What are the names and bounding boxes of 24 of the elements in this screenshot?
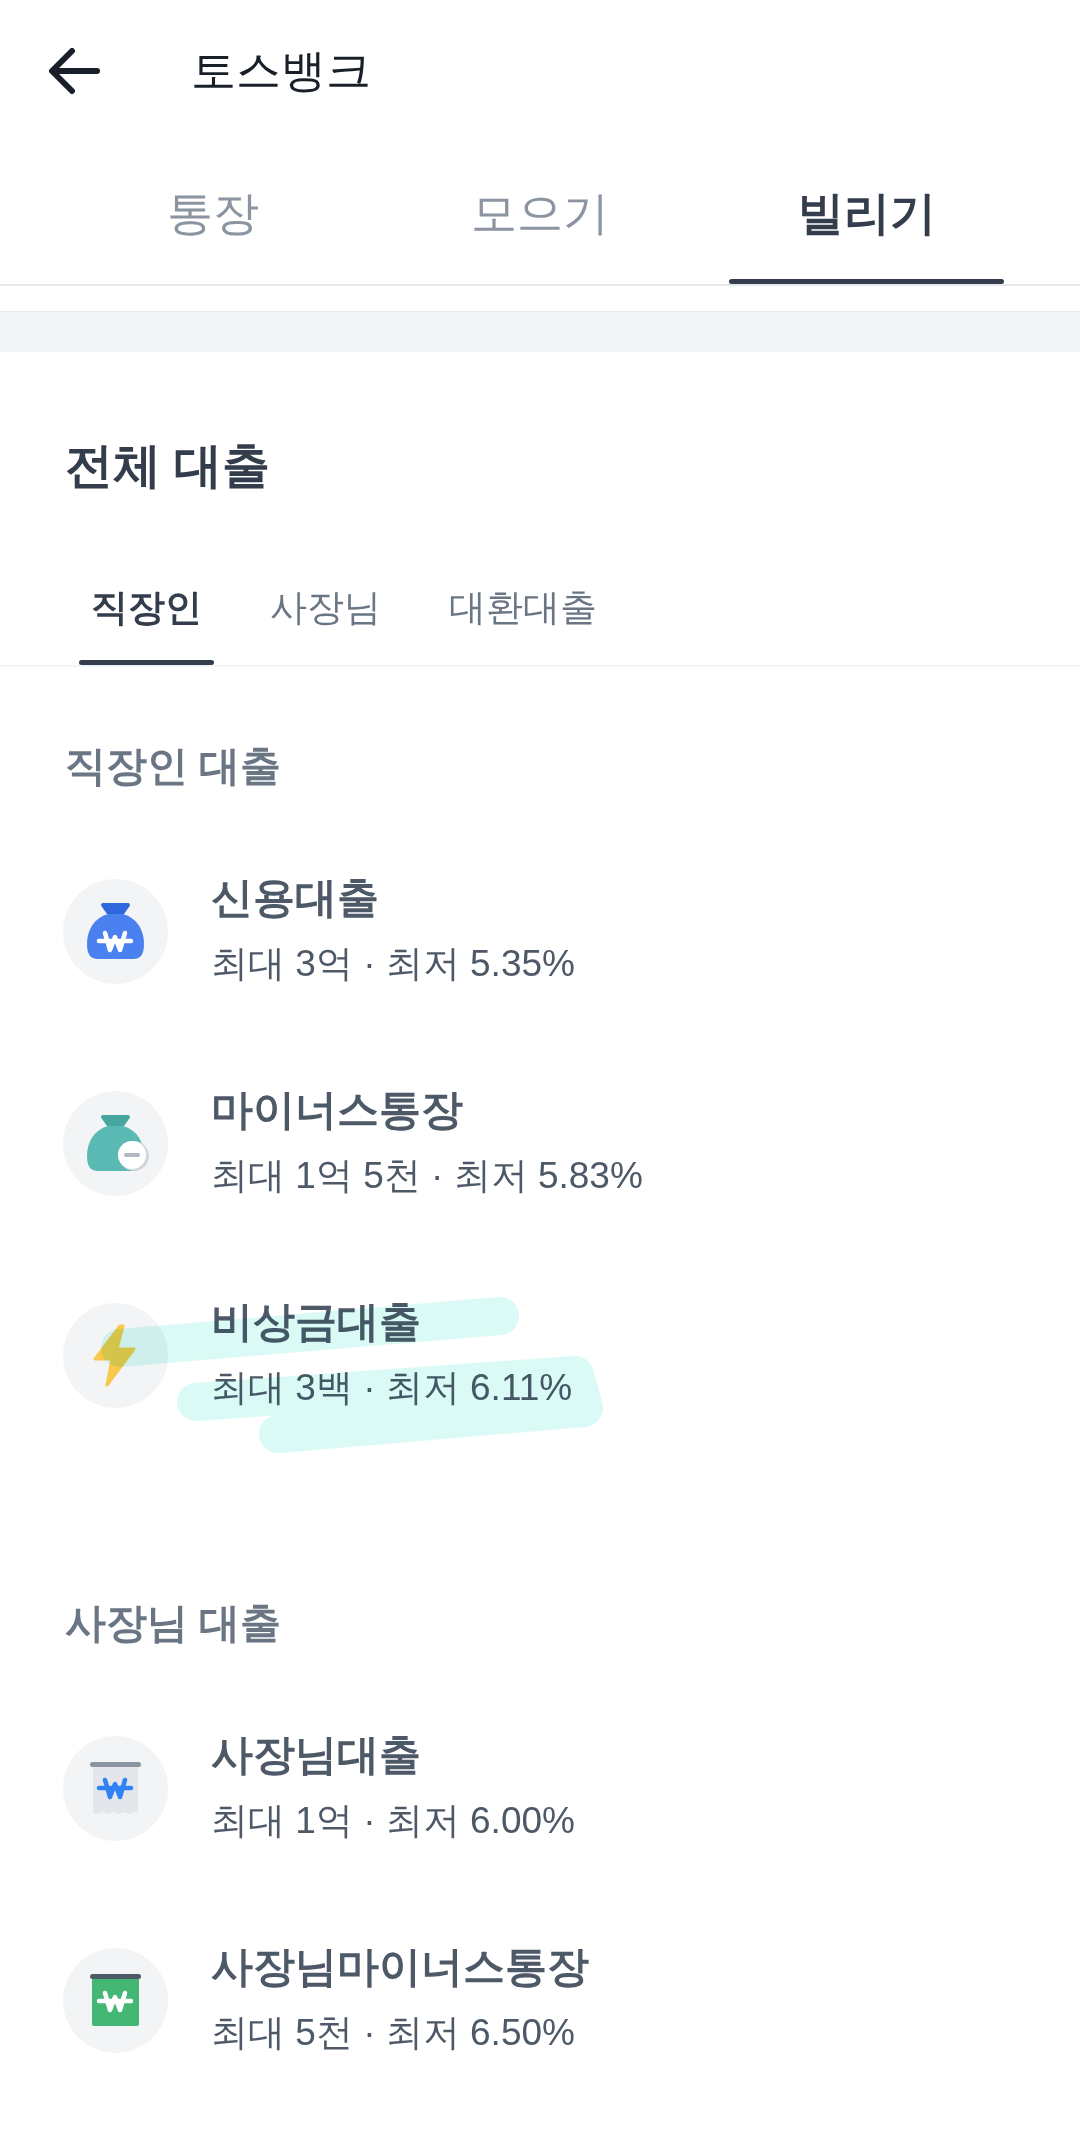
loan-terms: 최대 3백 · 최저 6.11%	[211, 1366, 573, 1410]
loan-name[interactable]: 마이너스통장	[211, 1084, 463, 1136]
loan-name[interactable]: 비상금대출	[211, 1296, 421, 1348]
money-bag-icon	[63, 878, 168, 984]
loan-terms: 최대 1억 5천 · 최저 5.83%	[211, 1154, 643, 1198]
tab[interactable]: 빌리기	[703, 142, 1030, 284]
receipt-icon	[63, 1947, 168, 2053]
category-tab[interactable]: 사장님	[258, 561, 393, 665]
category-tab[interactable]: 직장인	[79, 561, 214, 665]
loan-terms: 최대 3억 · 최저 5.35%	[211, 942, 575, 986]
receipt-icon	[63, 1735, 168, 1841]
loan-terms: 최대 1억 · 최저 6.00%	[211, 1799, 575, 1843]
loan-terms: 최대 5천 · 최저 6.50%	[211, 2011, 575, 2055]
money-bag-minus-icon	[63, 1090, 168, 1196]
back-arrow-icon	[48, 48, 100, 94]
lightning-icon	[63, 1302, 168, 1408]
section-heading: 직장인 대출	[65, 742, 282, 791]
section-heading: 사장님 대출	[65, 1599, 282, 1648]
loan-name[interactable]: 사장님대출	[211, 1729, 421, 1781]
page-title: 토스뱅크	[191, 44, 371, 98]
category-tab[interactable]: 대환대출	[437, 561, 609, 665]
loan-name[interactable]: 신용대출	[211, 872, 379, 924]
section-title: 전체 대출	[65, 438, 271, 494]
loan-name[interactable]: 사장님마이너스통장	[211, 1941, 589, 1993]
